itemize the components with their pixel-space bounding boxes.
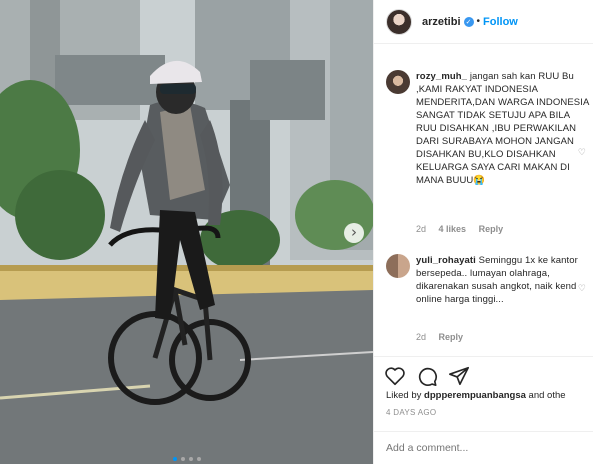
verified-badge-icon: ✓ [463,16,474,27]
post-side-panel: arzetibi ✓ • Follow rozy_muh_ jangan sah… [373,0,593,464]
header-separator: • [476,16,481,27]
comments-list[interactable]: rozy_muh_ jangan sah kan RUU Bu ,KAMI RA… [374,44,593,356]
comment-age: 2d [416,332,427,342]
comment-meta: 2d Reply [416,332,473,342]
add-comment-input[interactable] [386,442,576,454]
liked-by: Liked by dppperempuanbangsa and othe [386,390,566,401]
post-header: arzetibi ✓ • Follow [374,0,593,44]
comment-item: rozy_muh_ jangan sah kan RUU Bu ,KAMI RA… [386,70,593,250]
comment-username[interactable]: yuli_rohayati [416,255,476,266]
post-timestamp[interactable]: 4 DAYS AGO [386,408,436,417]
commenter-avatar[interactable] [386,70,410,94]
commenter-avatar[interactable] [386,254,410,278]
author-username[interactable]: arzetibi [422,16,461,28]
comment-body: rozy_muh_ jangan sah kan RUU Bu ,KAMI RA… [416,70,592,187]
carousel-dot [180,457,185,461]
reply-button[interactable]: Reply [439,332,464,342]
comment-like-heart-icon[interactable]: ♡ [578,284,586,294]
carousel-dot [188,457,193,461]
post-photo[interactable]: › [0,0,373,464]
liked-by-user[interactable]: dppperempuanbangsa [424,390,526,401]
carousel-next-button[interactable]: › [344,223,364,243]
comment-text: jangan sah kan RUU Bu ,KAMI RAKYAT INDON… [416,71,589,186]
comment-like-heart-icon[interactable]: ♡ [578,148,586,158]
carousel-dot-active [172,457,177,461]
post-actions [374,356,593,392]
paper-plane-icon[interactable] [448,365,470,387]
comment-likes[interactable]: 4 likes [439,224,467,234]
reply-button[interactable]: Reply [479,224,504,234]
comment-icon[interactable] [416,365,438,387]
author-avatar[interactable] [386,8,412,35]
comment-item: yuli_rohayati Seminggu 1x ke kantor bers… [386,254,593,354]
carousel-dot [196,457,201,461]
carousel-dots [0,457,373,461]
add-comment-bar [374,431,593,464]
comment-meta: 2d 4 likes Reply [416,224,513,234]
heart-icon[interactable] [384,365,406,387]
liked-by-prefix: Liked by [386,390,425,401]
comment-age: 2d [416,224,427,234]
comment-username[interactable]: rozy_muh_ [416,71,467,82]
liked-by-suffix[interactable]: and othe [526,390,566,401]
cyclist-photo [0,0,373,464]
comment-body: yuli_rohayati Seminggu 1x ke kantor bers… [416,254,592,306]
follow-button[interactable]: Follow [483,16,518,28]
